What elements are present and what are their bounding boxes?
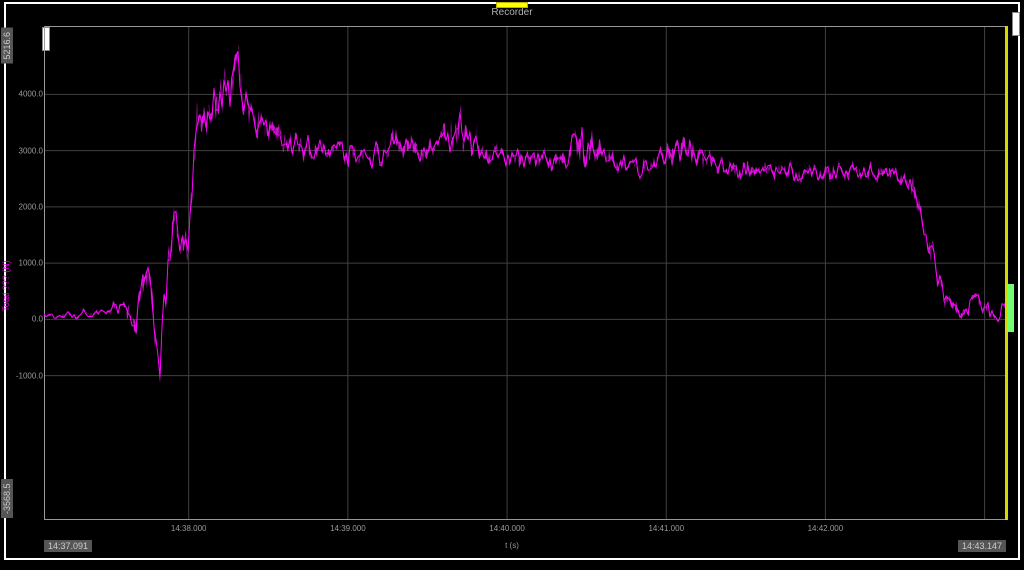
- right-green-indicator: [1007, 284, 1014, 332]
- x-tick-label: 14:38.000: [171, 524, 207, 533]
- y-axis-ticks: 4000.03000.02000.01000.00.0-1000.0: [23, 26, 43, 520]
- x-tick-label: 14:41.000: [648, 524, 684, 533]
- x-tick-label: 14:40.000: [489, 524, 525, 533]
- time-cursor[interactable]: [1005, 26, 1008, 520]
- y-tick-label: 4000.0: [19, 90, 43, 99]
- y-axis-title: Total ??? (N): [1, 260, 11, 312]
- x-axis-title: t (s): [505, 541, 519, 550]
- x-tick-label: 14:39.000: [330, 524, 366, 533]
- y-tick-label: 2000.0: [19, 202, 43, 211]
- chart-title: Recorder: [6, 4, 1018, 22]
- x-tick-label: 14:42.000: [808, 524, 844, 533]
- x-axis-start-badge: 14:37.091: [44, 540, 92, 552]
- y-tick-label: 3000.0: [19, 146, 43, 155]
- plot-area[interactable]: [44, 26, 1008, 520]
- y-axis-max-badge: 5216.6: [1, 28, 13, 64]
- y-axis-min-badge: -3568.5: [1, 479, 13, 518]
- signal-chart: [44, 26, 1008, 520]
- y-tick-label: 1000.0: [19, 259, 43, 268]
- y-tick-label: -1000.0: [16, 371, 43, 380]
- recorder-window: Recorder 5216.6 -3568.5 Total ??? (N) 40…: [4, 2, 1020, 560]
- y-tick-label: 0.0: [32, 315, 43, 324]
- x-axis-ticks: 14:38.000 14:39.000 14:40.000 14:41.000 14:4…: [44, 524, 1008, 536]
- x-axis-end-badge: 14:43.147: [958, 540, 1006, 552]
